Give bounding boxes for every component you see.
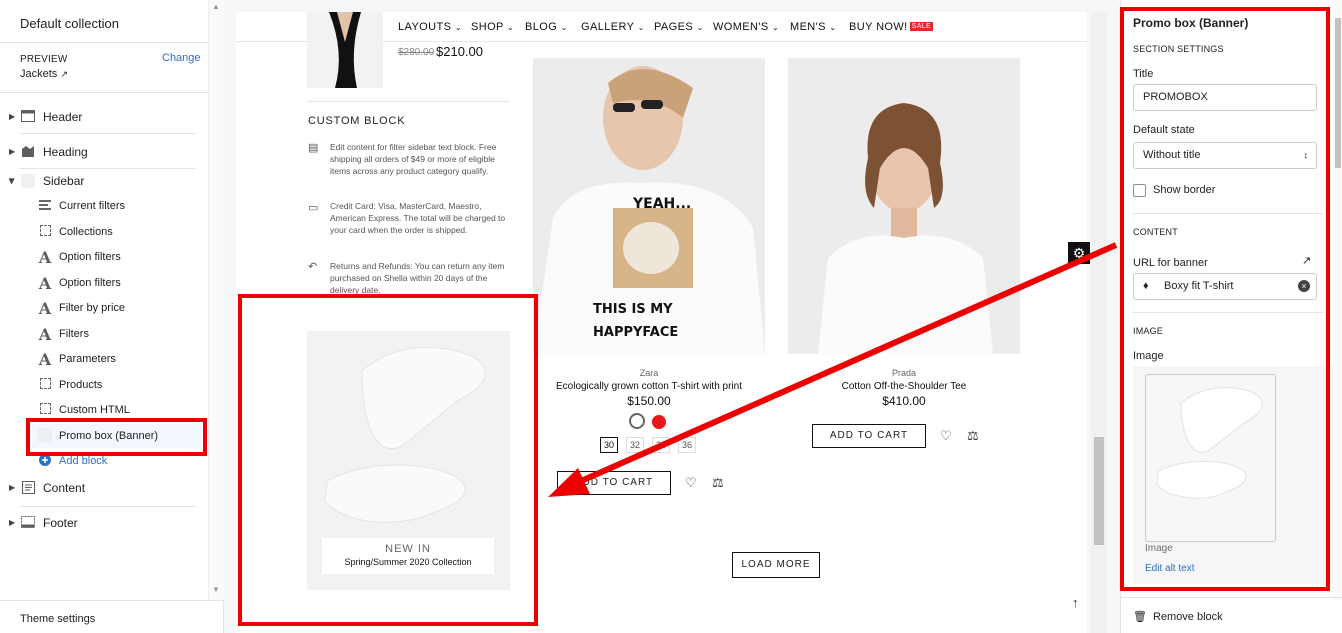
annotation-arrow bbox=[548, 242, 1118, 497]
